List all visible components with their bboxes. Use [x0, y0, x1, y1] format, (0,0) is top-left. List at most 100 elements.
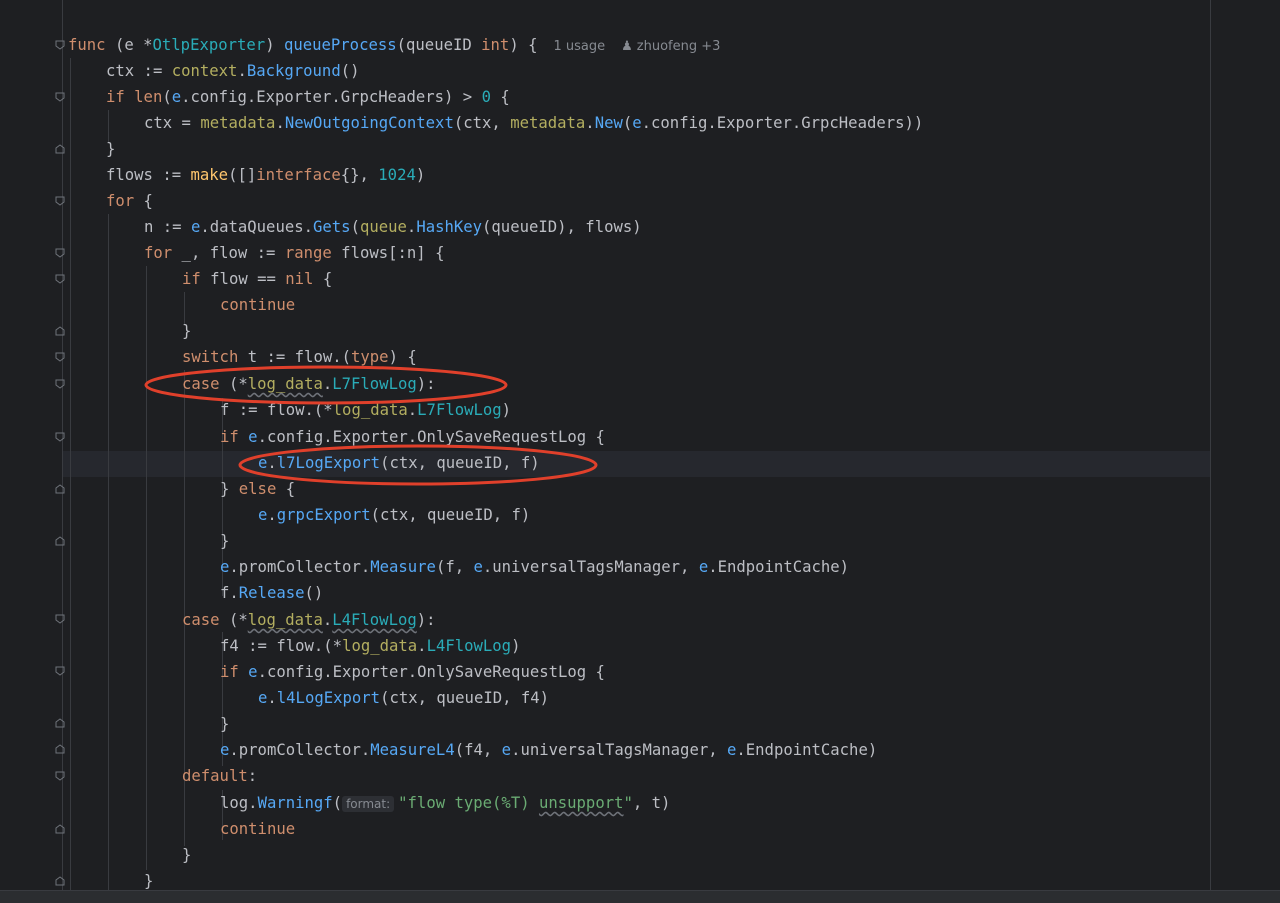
code-line[interactable]: ctx := context.Background()	[106, 58, 360, 84]
fold-open-icon[interactable]	[55, 40, 65, 50]
keyword: continue	[220, 820, 296, 838]
code-line[interactable]: if e.config.Exporter.OnlySaveRequestLog …	[220, 424, 605, 450]
type-name: L7FlowLog	[417, 401, 502, 419]
code-token: {	[134, 192, 153, 210]
receiver: e	[171, 88, 182, 106]
type-name: L4FlowLog	[332, 611, 417, 629]
parameter-hint: format:	[342, 796, 395, 812]
code-line[interactable]: for _, flow := range flows[:n] {	[144, 240, 444, 266]
fold-close-icon[interactable]	[55, 824, 65, 834]
code-line[interactable]: }	[220, 528, 229, 554]
fold-open-icon[interactable]	[55, 771, 65, 781]
type-name: L7FlowLog	[332, 375, 417, 393]
package-name: metadata	[200, 114, 276, 132]
string-literal: unsupport	[538, 794, 624, 812]
code-line[interactable]: n := e.dataQueues.Gets(queue.HashKey(que…	[144, 214, 642, 240]
code-line[interactable]: }	[106, 136, 115, 162]
code-token: t := flow.(	[238, 348, 352, 366]
code-token: .	[322, 375, 333, 393]
code-token: ()	[340, 62, 360, 80]
keyword: if	[220, 663, 239, 681]
function-call: MeasureL4	[370, 741, 455, 759]
fold-close-icon[interactable]	[55, 718, 65, 728]
fold-open-icon[interactable]	[55, 92, 65, 102]
code-line[interactable]: if len(e.config.Exporter.GrpcHeaders) > …	[106, 84, 510, 110]
string-literal: "flow type(%T)	[398, 794, 539, 812]
usages-hint[interactable]: 1 usage	[553, 39, 605, 54]
code-token: {	[490, 88, 510, 106]
fold-open-icon[interactable]	[55, 379, 65, 389]
person-icon: ♟	[621, 39, 633, 54]
code-token: (	[332, 794, 343, 812]
indent-guide	[146, 266, 147, 870]
fold-open-icon[interactable]	[55, 274, 65, 284]
code-line[interactable]: }	[220, 711, 229, 737]
code-token: {	[276, 480, 296, 498]
code-line[interactable]: flows := make([]interface{}, 1024)	[106, 162, 425, 188]
fold-close-icon[interactable]	[55, 876, 65, 886]
code-token: (ctx, queueID, f)	[370, 506, 531, 524]
code-token: }	[220, 532, 230, 550]
code-line[interactable]: log.Warningf(format: "flow type(%T) unsup…	[220, 790, 670, 816]
code-editor[interactable]: func (e *OtlpExporter) queueProcess(queu…	[0, 0, 1280, 898]
code-token: (	[162, 88, 172, 106]
code-token: .universalTagsManager,	[511, 741, 727, 759]
right-margin-guide	[1210, 0, 1211, 890]
code-token: (*	[219, 375, 248, 393]
function-call: Background	[246, 62, 341, 80]
code-line[interactable]: if e.config.Exporter.OnlySaveRequestLog …	[220, 659, 605, 685]
fold-close-icon[interactable]	[55, 144, 65, 154]
code-line[interactable]: f4 := flow.(*log_data.L4FlowLog)	[220, 633, 520, 659]
code-line[interactable]: continue	[220, 292, 295, 318]
code-token: (f,	[435, 558, 474, 576]
code-line[interactable]: }	[182, 318, 191, 344]
code-line[interactable]: func (e *OtlpExporter) queueProcess(queu…	[68, 32, 720, 58]
string-literal: "	[623, 794, 633, 812]
code-line[interactable]: ctx = metadata.NewOutgoingContext(ctx, m…	[144, 110, 923, 136]
code-token: (	[350, 218, 360, 236]
code-token: {	[313, 270, 333, 288]
code-line[interactable]: }	[182, 842, 191, 868]
author-hint[interactable]: zhuofeng +3	[637, 39, 721, 54]
code-line[interactable]: case (*log_data.L4FlowLog):	[182, 607, 436, 633]
fold-open-icon[interactable]	[55, 196, 65, 206]
fold-close-icon[interactable]	[55, 484, 65, 494]
code-line[interactable]: e.grpcExport(ctx, queueID, f)	[258, 502, 530, 528]
fold-open-icon[interactable]	[55, 432, 65, 442]
fold-close-icon[interactable]	[55, 744, 65, 754]
fold-close-icon[interactable]	[55, 326, 65, 336]
code-token: f.	[220, 584, 239, 602]
keyword: range	[284, 244, 332, 262]
code-token: .EndpointCache)	[736, 741, 878, 759]
code-line[interactable]: continue	[220, 816, 295, 842]
code-line[interactable]: e.promCollector.Measure(f, e.universalTa…	[220, 554, 849, 580]
code-line[interactable]: default:	[182, 763, 257, 789]
receiver: e	[258, 454, 268, 472]
code-line[interactable]: e.promCollector.MeasureL4(f4, e.universa…	[220, 737, 877, 763]
code-line[interactable]: } else {	[220, 476, 295, 502]
fold-open-icon[interactable]	[55, 614, 65, 624]
fold-open-icon[interactable]	[55, 666, 65, 676]
code-token: }	[220, 480, 239, 498]
function-call: Release	[238, 584, 305, 602]
receiver: e	[190, 218, 201, 236]
code-token: {	[586, 428, 605, 446]
fold-close-icon[interactable]	[55, 536, 65, 546]
code-token: (e *	[105, 36, 153, 54]
receiver: e	[258, 689, 268, 707]
code-line[interactable]: for {	[106, 188, 153, 214]
current-line-highlight	[63, 451, 1210, 477]
code-line[interactable]: e.l7LogExport(ctx, queueID, f)	[258, 450, 540, 476]
code-line[interactable]: e.l4LogExport(ctx, queueID, f4)	[258, 685, 549, 711]
code-line[interactable]: switch t := flow.(type) {	[182, 344, 417, 370]
code-token: .	[406, 218, 417, 236]
receiver: e	[632, 114, 642, 132]
function-call: New	[594, 114, 623, 132]
keyword: func	[68, 36, 106, 54]
code-line[interactable]: f := flow.(*log_data.L7FlowLog)	[220, 397, 511, 423]
code-line[interactable]: case (*log_data.L7FlowLog):	[182, 371, 436, 397]
code-line[interactable]: if flow == nil {	[182, 266, 332, 292]
code-line[interactable]: f.Release()	[220, 580, 323, 606]
fold-open-icon[interactable]	[55, 352, 65, 362]
fold-open-icon[interactable]	[55, 248, 65, 258]
